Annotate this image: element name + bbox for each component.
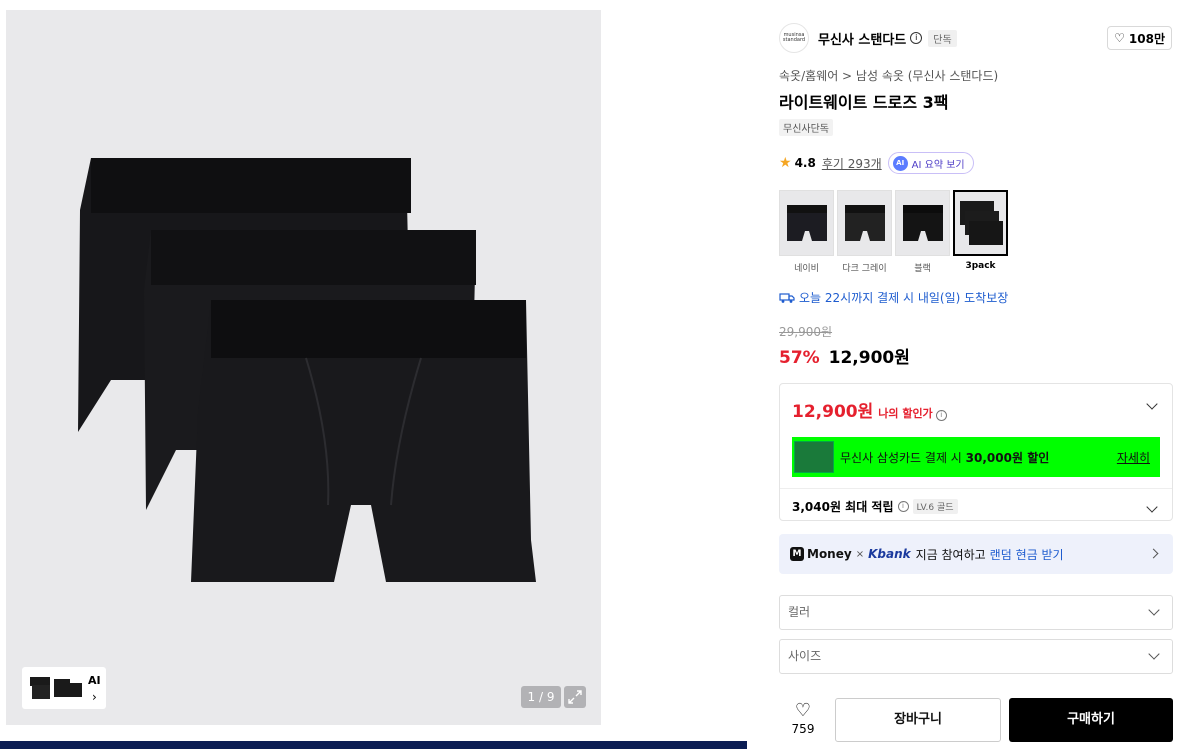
variant-image (786, 205, 827, 241)
my-price-row[interactable]: 12,900원 나의 할인가 i (792, 397, 947, 422)
money-logo-icon: M (790, 547, 804, 561)
bottom-banner-strip (0, 741, 747, 749)
delivery-text: 오늘 22시까지 결제 시 내일(일) 도착보장 (799, 291, 1009, 305)
times-symbol: × (855, 548, 865, 560)
discount-rate: 57% (779, 348, 820, 368)
action-row: ♡ 759 장바구니 구매하기 (779, 698, 1173, 742)
brand-exclusive-tag: 단독 (928, 29, 957, 47)
level-badge: LV.6 골드 (912, 499, 958, 514)
buy-now-button[interactable]: 구매하기 (1009, 698, 1173, 742)
brand-logo[interactable]: musinsa standard (779, 23, 809, 53)
chevron-right-icon (1148, 548, 1159, 559)
points-row[interactable]: 3,040원 최대 적립 i LV.6 골드 (792, 498, 958, 515)
chevron-right-icon[interactable]: › (92, 690, 97, 704)
chevron-down-icon[interactable] (1146, 501, 1158, 513)
size-select[interactable]: 사이즈 (779, 639, 1173, 674)
kbank-promo-text: 지금 참여하고 (915, 547, 986, 562)
expand-icon (568, 690, 582, 704)
variant-option[interactable]: 네이비 (779, 190, 834, 274)
original-price: 29,900원 (779, 325, 833, 339)
my-price-label: 나의 할인가 (878, 407, 933, 420)
variant-label: 블랙 (914, 264, 931, 274)
rating-row: ★ 4.8 후기 293개 AI AI 요약 보기 (779, 152, 974, 174)
variant-image (844, 205, 885, 241)
chevron-down-icon[interactable] (1146, 398, 1158, 410)
heart-icon: ♡ (794, 700, 812, 721)
kbank-brand: Kbank (868, 547, 911, 561)
reviews-link[interactable]: 후기 293개 (822, 155, 882, 172)
variant-label: 다크 그레이 (842, 264, 887, 274)
ai-summary-button[interactable]: AI AI 요약 보기 (887, 152, 974, 174)
chevron-down-icon (1148, 648, 1160, 660)
truck-icon (779, 292, 795, 303)
star-icon: ★ (779, 155, 792, 171)
my-price-value: 12,900원 (792, 402, 874, 422)
brand-like-count: 108만 (1128, 31, 1165, 46)
rating-value: 4.8 (794, 156, 816, 170)
card-promo-banner[interactable]: 무신사 삼성카드 결제 시 30,000원 할인 자세히 (792, 437, 1160, 477)
product-title: 라이트웨이트 드로즈 3팩 (779, 93, 949, 112)
info-icon[interactable]: i (935, 410, 947, 421)
breadcrumb[interactable]: 속옷/홈웨어 > 남성 속옷 (무신사 스탠다드) (779, 67, 998, 84)
points-text: 3,040원 최대 적립 (792, 500, 894, 514)
card-details-link[interactable]: 자세히 (1117, 449, 1150, 466)
brand-row[interactable]: musinsa standard 무신사 스탠다드 i 단독 (779, 22, 957, 54)
info-icon[interactable]: i (910, 32, 923, 44)
color-select-placeholder: 컬러 (788, 605, 811, 619)
wishlist-count: 759 (791, 722, 815, 736)
divider (780, 488, 1172, 489)
variant-option[interactable]: 다크 그레이 (837, 190, 892, 274)
wishlist-button[interactable]: ♡ 759 (779, 698, 827, 742)
money-brand: Money (807, 547, 852, 561)
thumbnail-image (30, 677, 50, 699)
add-to-cart-button[interactable]: 장바구니 (835, 698, 1001, 742)
chevron-down-icon (1148, 604, 1160, 616)
variant-label: 네이비 (794, 264, 819, 274)
variant-label: 3pack (965, 261, 996, 271)
variant-option[interactable]: 블랙 (895, 190, 950, 274)
color-select[interactable]: 컬러 (779, 595, 1173, 630)
card-image (794, 441, 834, 473)
variant-image (902, 205, 943, 241)
product-gallery[interactable]: AI › 1 / 9 (6, 10, 601, 725)
product-info-panel: musinsa standard 무신사 스탠다드 i 단독 ♡ 108만 속옷… (763, 10, 1188, 749)
brand-like-button[interactable]: ♡ 108만 (1107, 26, 1172, 50)
kbank-promo-link: 랜덤 현금 받기 (989, 547, 1064, 562)
product-image (78, 158, 536, 582)
heart-icon: ♡ (1114, 31, 1125, 45)
ai-summary-label: AI 요약 보기 (911, 159, 965, 171)
variant-image (959, 201, 1003, 245)
variant-option-selected[interactable]: 3pack (953, 190, 1008, 274)
card-promo-text: 무신사 삼성카드 결제 시 30,000원 할인 (840, 450, 1050, 465)
price-row: 57% 12,900원 (779, 343, 910, 368)
brand-name[interactable]: 무신사 스탠다드 (818, 29, 906, 48)
sale-price: 12,900원 (828, 348, 910, 368)
ai-thumbnail-label[interactable]: AI (88, 674, 101, 687)
image-page-counter: 1 / 9 (521, 686, 561, 708)
benefit-box: 12,900원 나의 할인가 i 무신사 삼성카드 결제 시 30,000원 할… (779, 383, 1173, 521)
expand-button[interactable] (564, 686, 586, 708)
delivery-guarantee: 오늘 22시까지 결제 시 내일(일) 도착보장 (779, 289, 1008, 306)
size-select-placeholder: 사이즈 (788, 649, 822, 663)
exclusive-tag: 무신사단독 (779, 119, 833, 136)
kbank-promo-banner[interactable]: M Money × Kbank 지금 참여하고 랜덤 현금 받기 (779, 534, 1173, 574)
info-icon[interactable]: i (897, 501, 909, 512)
variant-list: 네이비 다크 그레이 블랙 3pack (779, 190, 1008, 274)
ai-icon: AI (892, 155, 908, 171)
thumbnail-image (68, 683, 82, 697)
